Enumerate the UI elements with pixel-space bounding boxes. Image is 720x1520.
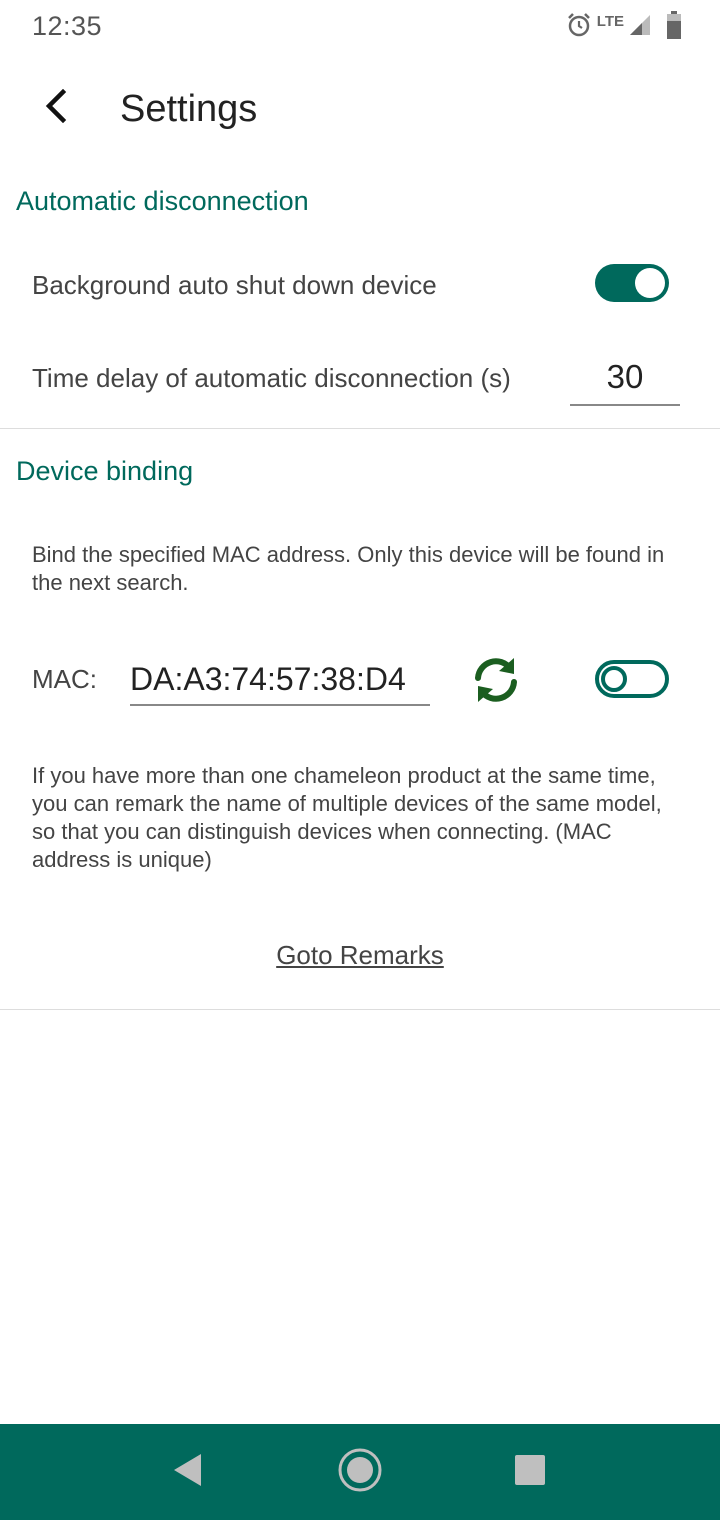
refresh-button[interactable] (468, 652, 524, 708)
back-button[interactable] (28, 80, 84, 136)
binding-description: Bind the specified MAC address. Only thi… (32, 542, 665, 595)
app-bar: Settings (0, 56, 720, 168)
status-bar: 12:35 LTE (0, 0, 720, 56)
mac-binding-toggle[interactable] (595, 660, 669, 698)
system-nav-bar (0, 1424, 720, 1520)
page-title: Settings (120, 88, 258, 130)
status-icons: LTE (565, 10, 682, 44)
status-time: 12:35 (32, 11, 103, 41)
remark-description: If you have more than one chameleon prod… (32, 763, 662, 872)
nav-back-icon (171, 1452, 205, 1493)
device-binding-header: Device binding (16, 456, 194, 486)
alarm-icon (565, 11, 593, 44)
delay-input[interactable]: 30 (570, 354, 680, 406)
nav-home-button[interactable] (334, 1446, 386, 1498)
nav-recents-icon (514, 1454, 546, 1491)
refresh-icon (468, 658, 524, 712)
mac-label: MAC: (32, 664, 97, 694)
auto-disconnect-header: Automatic disconnection (16, 186, 309, 216)
back-arrow-icon (41, 88, 71, 128)
nav-recents-button[interactable] (504, 1446, 556, 1498)
background-shutdown-toggle[interactable] (595, 264, 669, 302)
toggle-knob (601, 666, 627, 692)
settings-screen: 12:35 LTE Settings Automatic disconnecti… (0, 0, 720, 1520)
toggle-knob (635, 268, 665, 298)
battery-icon (666, 10, 682, 44)
lte-indicator: LTE (596, 12, 624, 30)
nav-home-icon (336, 1446, 384, 1499)
bottom-divider (0, 1009, 720, 1010)
section-divider (0, 428, 720, 429)
background-shutdown-label: Background auto shut down device (32, 270, 437, 300)
delay-label: Time delay of automatic disconnection (s… (32, 363, 511, 393)
signal-icon (628, 13, 652, 42)
goto-remarks-link[interactable]: Goto Remarks (0, 940, 720, 971)
nav-back-button[interactable] (162, 1446, 214, 1498)
mac-input[interactable]: DA:A3:74:57:38:D4 (130, 656, 430, 706)
